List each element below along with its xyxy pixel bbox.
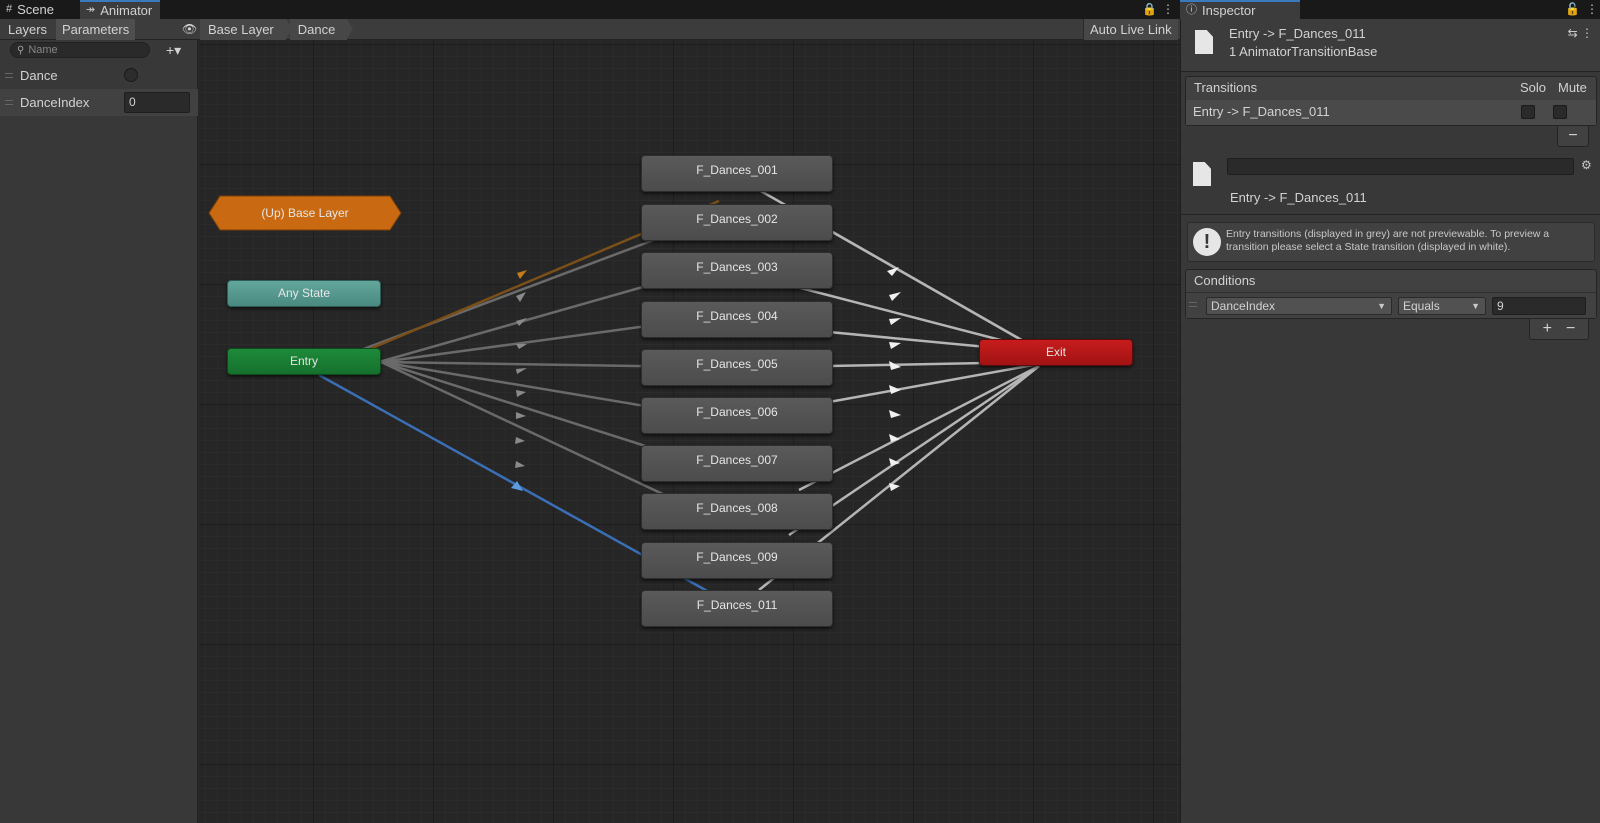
add-parameter-button[interactable]: +▾ [166, 40, 181, 60]
warning-icon: ! [1193, 228, 1221, 256]
tab-inspector-label: Inspector [1202, 3, 1256, 18]
transition-name-field[interactable] [1227, 158, 1574, 175]
window-tab-bar: # Scene ↠ Animator 🔒 ⋮ ⓘ Inspector 🔓 ⋮ [0, 0, 1600, 19]
state-node-f-dances-006[interactable]: F_Dances_006 [641, 397, 833, 434]
state-node-f-dances-004[interactable]: F_Dances_004 [641, 301, 833, 338]
inspector-panel: Entry -> F_Dances_011 1 AnimatorTransiti… [1180, 19, 1600, 823]
parameters-tab[interactable]: Parameters [56, 19, 136, 40]
help-text: Entry transitions (displayed in grey) ar… [1226, 228, 1550, 253]
breadcrumb-dance[interactable]: Dance [289, 19, 353, 40]
tab-animator-label: Animator [100, 3, 153, 18]
state-node-f-dances-007[interactable]: F_Dances_007 [641, 445, 833, 482]
transitions-list: Transitions Solo Mute Entry -> F_Dances_… [1185, 76, 1597, 126]
tab-animator[interactable]: ↠ Animator [80, 0, 161, 19]
parameters-panel: ⚲ Name +▾ Dance DanceIndex 0 [0, 40, 198, 823]
grid-icon: # [6, 3, 13, 15]
parameter-name: Dance [20, 68, 58, 83]
parameter-search-input[interactable]: ⚲ Name [10, 42, 150, 58]
condition-mode-dropdown[interactable]: Equals ▼ [1398, 297, 1486, 315]
tab-inspector[interactable]: ⓘ Inspector [1180, 0, 1300, 19]
transitions-header: Transitions [1194, 80, 1258, 95]
settings-sliders-icon[interactable]: ⇆ ⋮ [1568, 26, 1593, 40]
condition-parameter-dropdown[interactable]: DanceIndex ▼ [1206, 297, 1392, 315]
state-node-f-dances-003[interactable]: F_Dances_003 [641, 252, 833, 289]
search-placeholder: Name [28, 44, 58, 56]
any-state-node[interactable]: Any State [227, 280, 381, 307]
state-node-f-dances-005[interactable]: F_Dances_005 [641, 349, 833, 386]
exit-node[interactable]: Exit [979, 339, 1133, 366]
int-value-field[interactable]: 0 [124, 92, 190, 113]
lock-icon[interactable]: 🔓 [1565, 0, 1580, 19]
state-node-f-dances-008[interactable]: F_Dances_008 [641, 493, 833, 530]
condition-row: DanceIndex ▼ Equals ▼ 9 [1186, 292, 1596, 318]
animator-icon: ↠ [86, 4, 96, 16]
document-icon [1195, 30, 1213, 54]
breadcrumb-base-layer[interactable]: Base Layer [200, 19, 292, 40]
mute-checkbox[interactable] [1553, 105, 1567, 119]
parameter-search-row: ⚲ Name +▾ [0, 40, 198, 60]
state-node-f-dances-009[interactable]: F_Dances_009 [641, 542, 833, 579]
info-icon: ⓘ [1186, 4, 1197, 16]
state-node-f-dances-001[interactable]: F_Dances_001 [641, 155, 833, 192]
remove-transition-button[interactable]: − [1557, 126, 1589, 147]
document-icon [1193, 162, 1211, 186]
remove-condition-button[interactable]: − [1566, 320, 1575, 337]
tab-scene[interactable]: # Scene [0, 0, 62, 19]
drag-handle-icon[interactable] [5, 73, 13, 78]
layers-tab[interactable]: Layers [2, 19, 53, 40]
solo-checkbox[interactable] [1521, 105, 1535, 119]
animator-graph[interactable]: (Up) Base Layer Any State Entry Exit F_D… [199, 40, 1180, 823]
inspector-title: Entry -> F_Dances_011 [1229, 26, 1366, 41]
solo-header: Solo [1520, 80, 1547, 95]
entry-node[interactable]: Entry [227, 348, 381, 375]
kebab-menu-icon[interactable]: ⋮ [1162, 0, 1174, 19]
parameter-row-danceindex[interactable]: DanceIndex 0 [0, 89, 198, 116]
animator-toolbar: Layers Parameters 👁 Base Layer Dance Aut… [0, 19, 1180, 40]
divider [1181, 214, 1600, 215]
transition-row[interactable]: Entry -> F_Dances_011 [1186, 100, 1596, 125]
parameter-name: DanceIndex [20, 95, 90, 110]
inspector-header: Entry -> F_Dances_011 1 AnimatorTransiti… [1181, 19, 1600, 72]
lock-icon[interactable]: 🔒 [1142, 0, 1157, 19]
state-node-f-dances-002[interactable]: F_Dances_002 [641, 204, 833, 241]
search-icon: ⚲ [17, 45, 25, 56]
chevron-down-icon: ▼ [1377, 301, 1386, 311]
help-box: ! Entry transitions (displayed in grey) … [1187, 222, 1595, 262]
conditions-list: Conditions DanceIndex ▼ Equals ▼ 9 [1185, 269, 1597, 319]
up-base-layer-label: (Up) Base Layer [261, 206, 349, 220]
state-node-f-dances-011[interactable]: F_Dances_011 [641, 590, 833, 627]
transition-label: Entry -> F_Dances_011 [1230, 190, 1367, 205]
breadcrumb: Base Layer Dance [200, 19, 353, 40]
condition-mode-value: Equals [1403, 299, 1440, 313]
condition-buttons: + − [1529, 319, 1589, 340]
up-base-layer-node[interactable]: (Up) Base Layer [208, 195, 402, 231]
auto-live-link-button[interactable]: Auto Live Link [1083, 19, 1178, 40]
gear-icon[interactable]: ⚙ [1581, 158, 1592, 172]
condition-parameter-value: DanceIndex [1211, 299, 1276, 313]
conditions-header: Conditions [1194, 273, 1256, 288]
inspector-subtitle: 1 AnimatorTransitionBase [1229, 44, 1378, 59]
kebab-menu-icon[interactable]: ⋮ [1586, 0, 1598, 19]
transition-row-label: Entry -> F_Dances_011 [1193, 104, 1330, 119]
drag-handle-icon[interactable] [1189, 302, 1197, 307]
condition-value-field[interactable]: 9 [1492, 297, 1586, 315]
trigger-toggle[interactable] [124, 68, 138, 82]
add-condition-button[interactable]: + [1543, 320, 1552, 337]
tab-scene-label: Scene [17, 2, 54, 17]
mute-header: Mute [1558, 80, 1587, 95]
chevron-down-icon: ▼ [1471, 301, 1480, 311]
parameter-row-dance[interactable]: Dance [0, 62, 198, 89]
drag-handle-icon[interactable] [5, 100, 13, 105]
